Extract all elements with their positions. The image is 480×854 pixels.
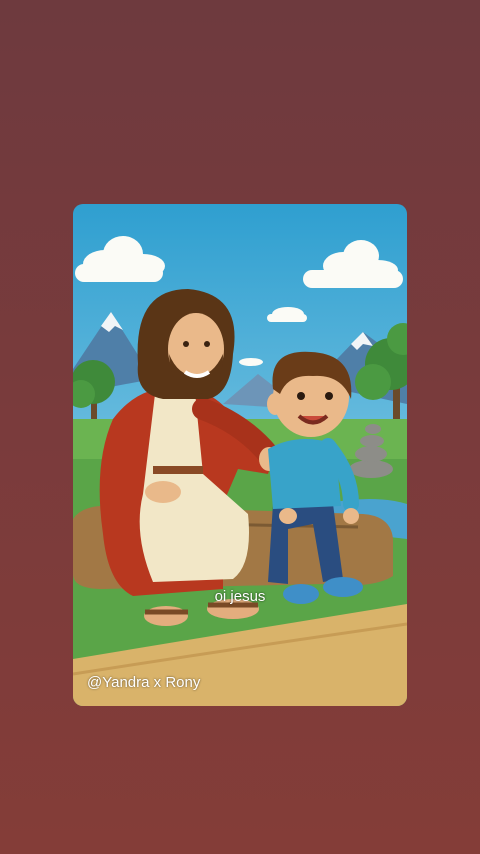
illustration <box>73 204 407 706</box>
watermark-text: @Yandra x Rony <box>87 674 201 691</box>
cloud-tiny <box>239 358 263 366</box>
image-card: oi jesus @Yandra x Rony <box>73 204 407 706</box>
caption-text: oi jesus <box>214 588 266 605</box>
